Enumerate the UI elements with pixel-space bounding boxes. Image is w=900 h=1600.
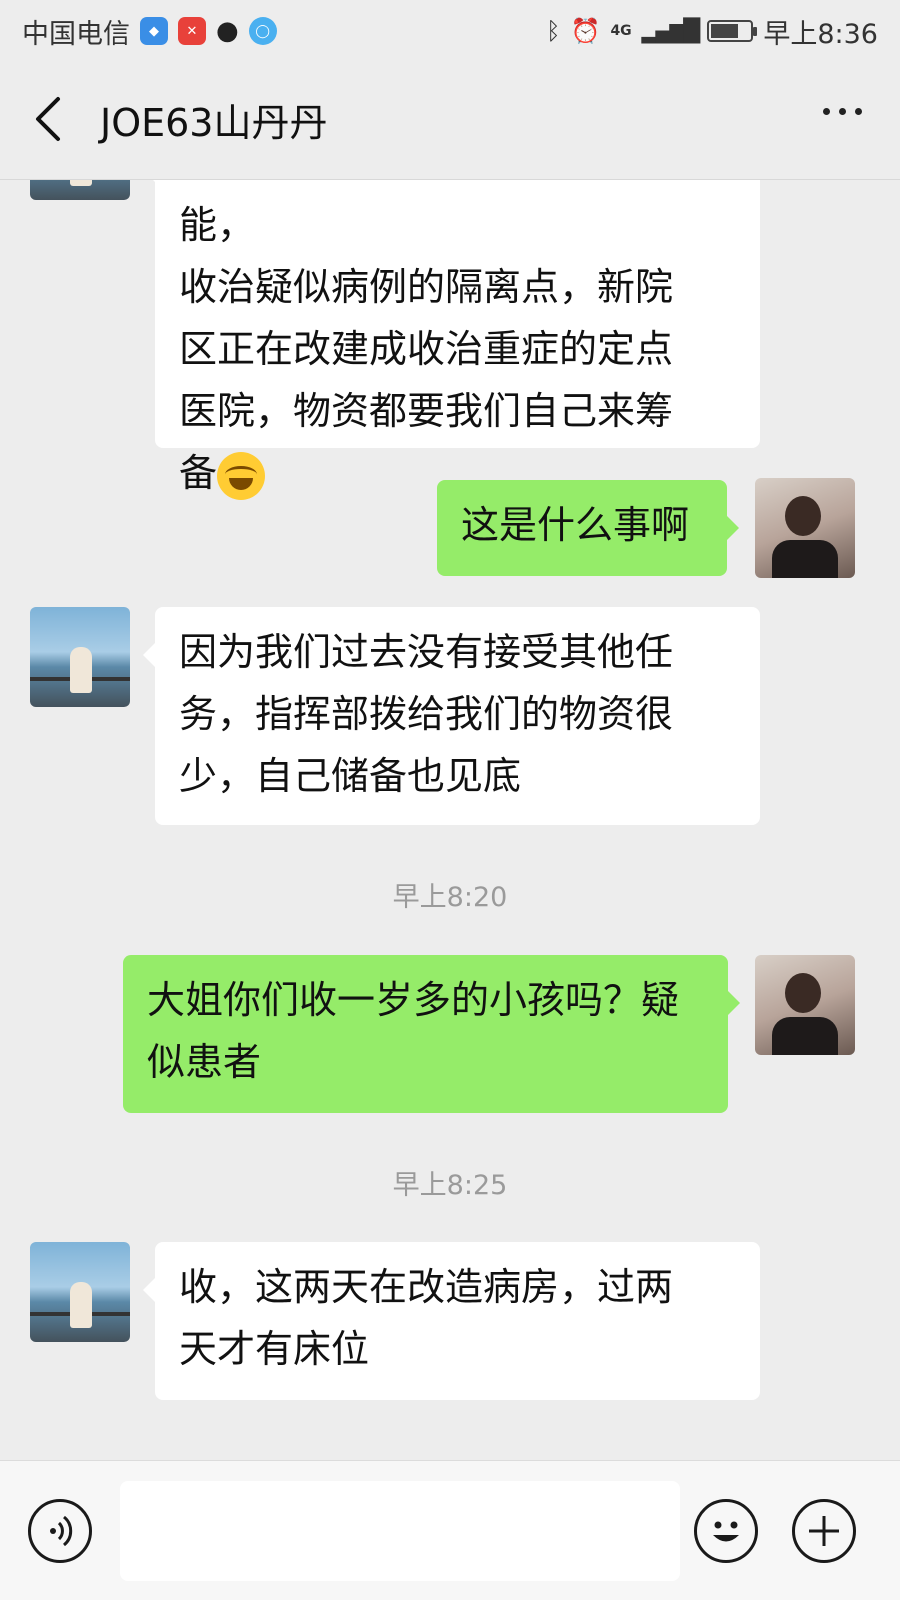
chat-header: JOE63山丹丹 xyxy=(0,62,900,180)
signal-icon: ▂▄▆█ xyxy=(641,18,701,44)
message-line: 务，指挥部拨给我们的物资很 xyxy=(179,692,674,736)
battery-icon xyxy=(707,20,758,42)
laughing-with-tears-emoji-icon xyxy=(217,451,266,500)
message-line: 收治疑似病例的隔离点，新院 xyxy=(179,265,674,309)
shield-app-icon: ◆ xyxy=(140,17,168,45)
self-avatar[interactable] xyxy=(755,478,855,578)
message-line: 这是什么事啊 xyxy=(461,503,690,547)
message-bubble-incoming[interactable]: 收，这两天在改造病房，过两 天才有床位 xyxy=(143,1242,760,1400)
voice-icon[interactable] xyxy=(28,1499,92,1563)
message-line: 医院，物资都要我们自己来筹 xyxy=(179,389,674,433)
emoji-icon[interactable] xyxy=(694,1499,758,1563)
message-bubble-outgoing[interactable]: 大姐你们收一岁多的小孩吗？疑 似患者 xyxy=(123,955,740,1113)
message-bubble-incoming[interactable]: 我们接手个收治轻症病例的功能， 收治疑似病例的隔离点，新院 区正在改建成收治重症… xyxy=(143,180,760,500)
contact-avatar[interactable] xyxy=(30,607,130,707)
input-bar xyxy=(0,1460,900,1600)
network-label: 4G xyxy=(610,23,632,39)
contact-avatar[interactable] xyxy=(30,180,130,200)
message-line: 因为我们过去没有接受其他任 xyxy=(179,630,674,674)
carrier-label: 中国电信 xyxy=(22,18,130,50)
qq-icon: ● xyxy=(216,16,239,46)
back-arrow-icon[interactable] xyxy=(30,94,70,144)
message-line: 天才有床位 xyxy=(179,1327,370,1371)
timestamp: 早上8:20 xyxy=(392,882,508,913)
contact-avatar[interactable] xyxy=(30,1242,130,1342)
timestamp: 早上8:25 xyxy=(392,1170,508,1201)
message-line: 似患者 xyxy=(147,1040,262,1084)
message-bubble-incoming[interactable]: 因为我们过去没有接受其他任 务，指挥部拨给我们的物资很 少，自己储备也见底 xyxy=(143,607,760,825)
bluetooth-icon: ᛒ xyxy=(546,17,561,45)
status-bar: 中国电信 ◆ ✕ ● ◯ ᛒ ⏰ 4G ▂▄▆█ 早上8:36 xyxy=(0,0,900,62)
message-bubble-outgoing[interactable]: 这是什么事啊 xyxy=(437,480,739,576)
message-line: 备 xyxy=(179,451,218,495)
message-input[interactable] xyxy=(120,1481,680,1581)
message-line: 区正在改建成收治重症的定点 xyxy=(179,327,674,371)
news-app-icon: ✕ xyxy=(178,17,206,45)
alarm-icon: ⏰ xyxy=(570,17,601,45)
self-avatar[interactable] xyxy=(755,955,855,1055)
clock-label: 早上8:36 xyxy=(763,18,878,50)
message-line: 少，自己储备也见底 xyxy=(179,754,522,798)
message-list: 我们接手个收治轻症病例的功能， 收治疑似病例的隔离点，新院 区正在改建成收治重症… xyxy=(0,180,900,1460)
message-line: 收，这两天在改造病房，过两 xyxy=(179,1265,674,1309)
add-icon[interactable] xyxy=(792,1499,856,1563)
chat-title: JOE63山丹丹 xyxy=(100,101,328,145)
browser-app-icon: ◯ xyxy=(248,17,277,45)
message-line: 大姐你们收一岁多的小孩吗？疑 xyxy=(147,978,680,1022)
more-options-icon[interactable] xyxy=(823,108,862,115)
message-line: 我们接手个收治轻症病例的功能， xyxy=(179,180,673,247)
